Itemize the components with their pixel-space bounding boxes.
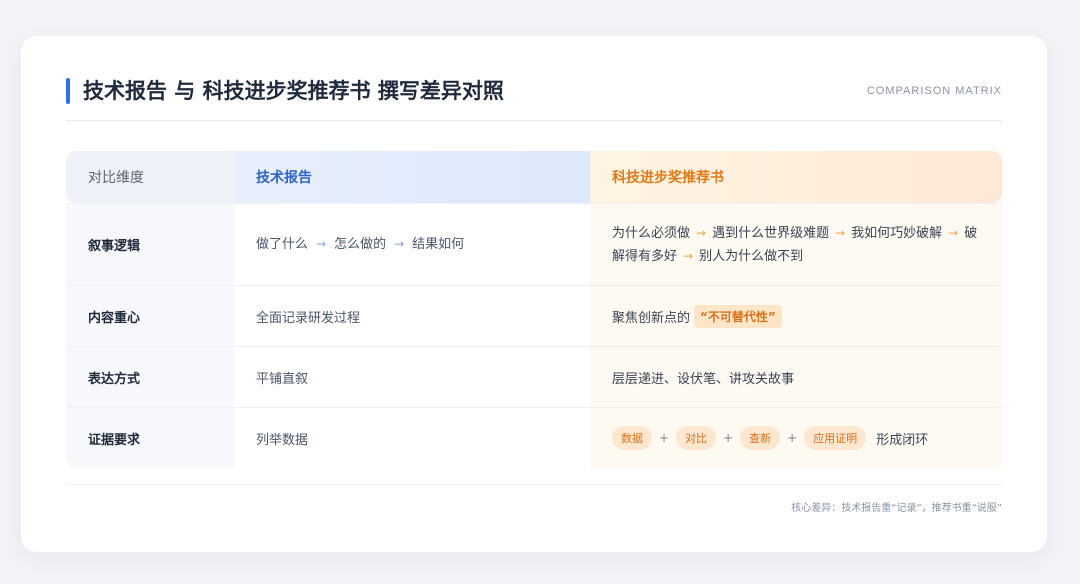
recommendation-suffix: 形成闭环 [876, 432, 929, 448]
column-header-report: 技术报告 [234, 151, 590, 203]
flow-step: 做了什么 [256, 237, 309, 252]
flow-step: 别人为什么做不到 [699, 248, 804, 264]
flow-step: 为什么必须做 [612, 225, 691, 241]
report-cell: 做了什么 → 怎么做的 → 结果如何 [234, 204, 590, 285]
evidence-pill: 对比 [676, 426, 717, 450]
table-row: 叙事逻辑 做了什么 → 怎么做的 → 结果如何 为什么必须做 → 遇到什么世界级难题 → 我如何… [66, 204, 1002, 286]
highlight-badge: “不可替代性” [694, 304, 782, 328]
table-row: 证据要求 列举数据 数据 + 对比 + 查新 + 应用证明 形成闭环 [66, 408, 1002, 468]
row-dimension-label: 表达方式 [66, 347, 234, 407]
flow-step: 我如何巧妙破解 [851, 225, 943, 241]
evidence-pill: 数据 [612, 426, 652, 450]
footer-divider [66, 484, 1002, 485]
comparison-table: 对比维度 技术报告 科技进步奖推荐书 叙事逻辑 做了什么 → 怎么做的 → 结果如何 为… [66, 151, 1002, 468]
page-title: 技术报告 与 科技进步奖推荐书 撰写差异对照 [83, 79, 504, 103]
report-cell: 全面记录研发过程 [234, 286, 590, 346]
arrow-right-icon: → [316, 237, 327, 251]
table-row: 内容重心 全面记录研发过程 聚焦创新点的 “不可替代性” [66, 286, 1002, 347]
flow-step: 结果如何 [412, 237, 465, 252]
page-subtitle: COMPARISON MATRIX [866, 85, 1002, 97]
table-row: 表达方式 平铺直叙 层层递进、设伏笔、讲攻关故事 [66, 347, 1002, 408]
footer-note: 核心差异：技术报告重“记录”，推荐书重“说服” [791, 503, 1002, 514]
plus-icon: + [787, 431, 798, 445]
row-dimension-label: 叙事逻辑 [66, 204, 234, 285]
row-dimension-label: 内容重心 [66, 286, 234, 346]
evidence-pill: 应用证明 [804, 426, 867, 450]
recommendation-cell: 为什么必须做 → 遇到什么世界级难题 → 我如何巧妙破解 → 破解得有多好 → 别人为什么做不到 [590, 204, 1002, 285]
arrow-right-icon: → [948, 225, 959, 240]
card-header: 技术报告 与 科技进步奖推荐书 撰写差异对照 COMPARISON MATRIX [66, 76, 1002, 121]
plus-icon: + [659, 431, 670, 445]
recommendation-cell: 聚焦创新点的 “不可替代性” [590, 286, 1002, 346]
title-accent-bar [66, 78, 70, 104]
comparison-card: 技术报告 与 科技进步奖推荐书 撰写差异对照 COMPARISON MATRIX… [21, 36, 1047, 552]
row-dimension-label: 证据要求 [66, 408, 234, 468]
table-header-row: 对比维度 技术报告 科技进步奖推荐书 [66, 151, 1002, 204]
arrow-right-icon: → [696, 225, 707, 240]
recommendation-cell: 层层递进、设伏笔、讲攻关故事 [590, 347, 1002, 407]
recommendation-cell: 数据 + 对比 + 查新 + 应用证明 形成闭环 [590, 408, 1002, 468]
report-cell: 列举数据 [234, 408, 590, 468]
evidence-pill: 查新 [740, 426, 781, 450]
arrow-right-icon: → [683, 248, 694, 263]
recommendation-text: 聚焦创新点的 [612, 310, 691, 326]
column-header-dimension: 对比维度 [66, 151, 234, 203]
report-narrative-flow: 做了什么 → 怎么做的 → 结果如何 [256, 233, 464, 256]
arrow-right-icon: → [394, 237, 405, 251]
column-header-recommendation: 科技进步奖推荐书 [590, 151, 1002, 203]
arrow-right-icon: → [835, 225, 846, 240]
flow-step: 怎么做的 [334, 237, 387, 252]
plus-icon: + [723, 431, 734, 445]
flow-step: 遇到什么世界级难题 [712, 225, 830, 241]
report-cell: 平铺直叙 [234, 347, 590, 407]
recommendation-narrative-flow: 为什么必须做 → 遇到什么世界级难题 → 我如何巧妙破解 → 破解得有多好 → 别人为什么做不到 [612, 222, 980, 268]
